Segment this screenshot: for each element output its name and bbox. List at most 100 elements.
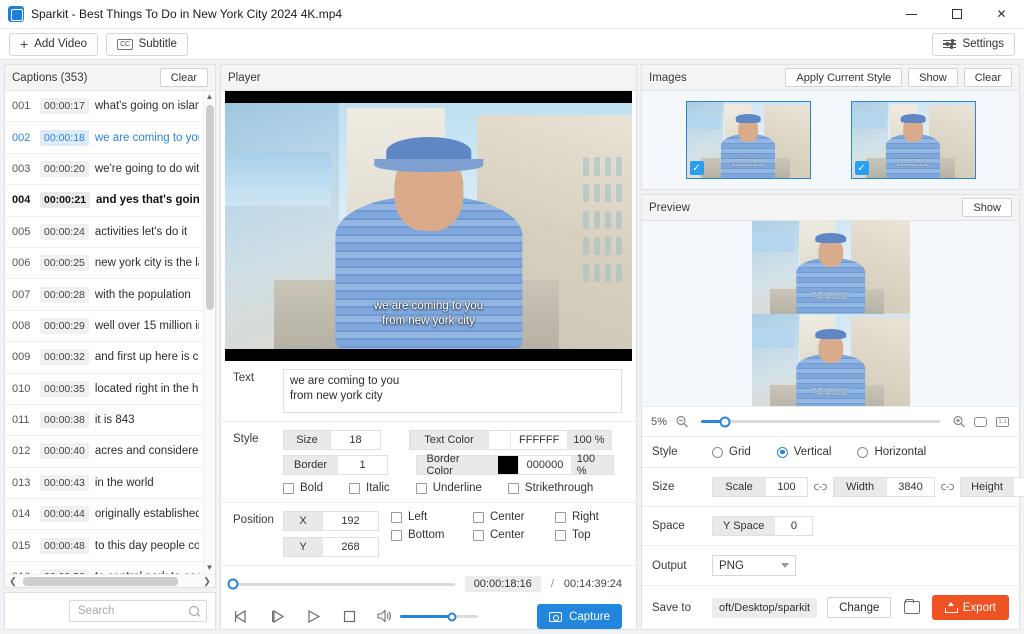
align-center-h-checkbox[interactable]: Center [473, 511, 555, 523]
align-left-checkbox[interactable]: Left [391, 511, 473, 523]
scroll-up-icon[interactable]: ▲ [206, 91, 214, 103]
maximize-button[interactable] [934, 0, 979, 29]
link-icon[interactable] [941, 481, 954, 494]
volume-icon[interactable] [377, 609, 393, 625]
style-grid-radio[interactable]: Grid [712, 446, 751, 458]
caption-row[interactable]: 00600:00:25new york city is the large [5, 248, 203, 279]
volume-slider[interactable] [400, 615, 478, 618]
height-value[interactable]: 4320 [1013, 478, 1024, 496]
step-forward-icon[interactable] [269, 609, 287, 625]
zoom-out-icon[interactable] [675, 415, 689, 428]
preview-canvas[interactable]: we are coming to you from new york cityw… [642, 221, 1019, 406]
image-thumbnail[interactable]: we are coming to you from new york city✓ [851, 101, 976, 179]
width-field[interactable]: Width 3840 [833, 477, 935, 497]
link-icon[interactable] [814, 481, 827, 494]
width-value[interactable]: 3840 [886, 478, 934, 496]
border-width-value[interactable]: 1 [337, 456, 387, 474]
caption-row[interactable]: 01000:00:35located right in the heart [5, 374, 203, 405]
subtitle-text-input[interactable]: we are coming to you from new york city [283, 369, 622, 413]
vertical-scroll-thumb[interactable] [206, 105, 214, 310]
add-video-button[interactable]: + Add Video [9, 33, 98, 56]
scroll-down-icon[interactable]: ▼ [206, 562, 214, 574]
preview-show-button[interactable]: Show [962, 198, 1012, 217]
text-color-swatch[interactable] [488, 431, 510, 449]
caption-row[interactable]: 01200:00:40acres and considered on [5, 436, 203, 467]
search-input[interactable] [76, 604, 189, 618]
horizontal-scroll-track[interactable] [19, 577, 201, 586]
italic-checkbox[interactable]: Italic [349, 482, 390, 494]
strikethrough-checkbox[interactable]: Strikethrough [508, 482, 593, 494]
play-icon[interactable] [305, 609, 323, 625]
position-y-field[interactable]: Y 268 [283, 537, 379, 557]
captions-clear-button[interactable]: Clear [160, 68, 208, 87]
style-horizontal-radio[interactable]: Horizontal [857, 446, 926, 458]
captions-horizontal-scrollbar[interactable]: ❮ ❯ [5, 574, 215, 587]
search-box[interactable] [69, 600, 207, 622]
text-color-opacity[interactable]: 100 % [567, 431, 610, 449]
thumbnail-checkbox[interactable]: ✓ [690, 161, 704, 175]
caption-row[interactable]: 00800:00:29well over 15 million in th [5, 311, 203, 342]
change-path-button[interactable]: Change [827, 597, 891, 618]
zoom-slider[interactable] [701, 420, 940, 423]
text-color-field[interactable]: Text Color FFFFFF 100 % [409, 430, 612, 450]
caption-row[interactable]: 01400:00:44originally established for [5, 499, 203, 530]
align-right-checkbox[interactable]: Right [555, 511, 637, 523]
caption-row[interactable]: 00400:00:21and yes that's going to i [5, 185, 203, 216]
folder-icon[interactable] [904, 601, 920, 614]
images-clear-button[interactable]: Clear [964, 68, 1012, 87]
scroll-left-icon[interactable]: ❮ [7, 576, 19, 587]
current-time[interactable]: 00:00:18:16 [465, 576, 541, 592]
border-color-field[interactable]: Border Color 000000 100 % [416, 455, 614, 475]
captions-list[interactable]: 00100:00:17what's going on island h00200… [5, 91, 203, 574]
style-vertical-radio[interactable]: Vertical [777, 446, 832, 458]
seek-handle[interactable] [228, 579, 239, 590]
border-width-field[interactable]: Border 1 [283, 455, 388, 475]
settings-button[interactable]: Settings [932, 33, 1015, 56]
close-button[interactable]: ✕ [979, 0, 1024, 29]
caption-row[interactable]: 01300:00:43in the world [5, 468, 203, 499]
align-top-checkbox[interactable]: Top [555, 529, 637, 541]
position-y-value[interactable]: 268 [322, 538, 378, 556]
caption-row[interactable]: 01600:00:50to central park to escape [5, 562, 203, 574]
export-button[interactable]: Export [932, 595, 1009, 620]
step-back-icon[interactable] [233, 609, 251, 625]
font-size-field[interactable]: Size 18 [283, 430, 381, 450]
position-x-value[interactable]: 192 [322, 512, 378, 530]
volume-handle[interactable] [448, 612, 457, 621]
image-thumbnail[interactable]: we are coming to you from new york city✓ [686, 101, 811, 179]
position-x-field[interactable]: X 192 [283, 511, 379, 531]
search-icon[interactable] [189, 606, 200, 617]
align-center-v-checkbox[interactable]: Center [473, 529, 555, 541]
y-space-field[interactable]: Y Space 0 [712, 516, 813, 536]
subtitle-button[interactable]: CC Subtitle [106, 33, 188, 56]
apply-current-style-button[interactable]: Apply Current Style [785, 68, 902, 87]
caption-row[interactable]: 00900:00:32and first up here is centr [5, 342, 203, 373]
fit-to-window-icon[interactable] [974, 415, 988, 428]
underline-checkbox[interactable]: Underline [416, 482, 482, 494]
horizontal-scroll-thumb[interactable] [23, 577, 178, 586]
scroll-right-icon[interactable]: ❯ [201, 576, 213, 587]
scale-field[interactable]: Scale 100 [712, 477, 808, 497]
border-color-opacity[interactable]: 100 % [571, 456, 613, 474]
thumbnail-checkbox[interactable]: ✓ [855, 161, 869, 175]
bold-checkbox[interactable]: Bold [283, 482, 323, 494]
height-field[interactable]: Height 4320 [960, 477, 1024, 497]
align-bottom-checkbox[interactable]: Bottom [391, 529, 473, 541]
actual-size-icon[interactable]: 1:1 [996, 415, 1010, 428]
seek-slider[interactable] [233, 583, 455, 586]
stop-icon[interactable] [341, 609, 359, 625]
minimize-button[interactable] [889, 0, 934, 29]
caption-row[interactable]: 00700:00:28with the population [5, 279, 203, 310]
images-show-button[interactable]: Show [908, 68, 958, 87]
text-color-value[interactable]: FFFFFF [510, 431, 567, 449]
caption-row[interactable]: 01500:00:48to this day people come [5, 530, 203, 561]
scale-value[interactable]: 100 [765, 478, 807, 496]
font-size-value[interactable]: 18 [330, 431, 380, 449]
video-stage[interactable]: we are coming to you from new york city [225, 91, 632, 361]
y-space-value[interactable]: 0 [774, 517, 812, 535]
caption-row[interactable]: 00300:00:20we're going to do with th [5, 154, 203, 185]
output-format-select[interactable]: PNG [712, 555, 796, 576]
zoom-in-icon[interactable] [952, 415, 966, 428]
border-color-value[interactable]: 000000 [518, 456, 571, 474]
caption-row[interactable]: 00100:00:17what's going on island h [5, 91, 203, 122]
